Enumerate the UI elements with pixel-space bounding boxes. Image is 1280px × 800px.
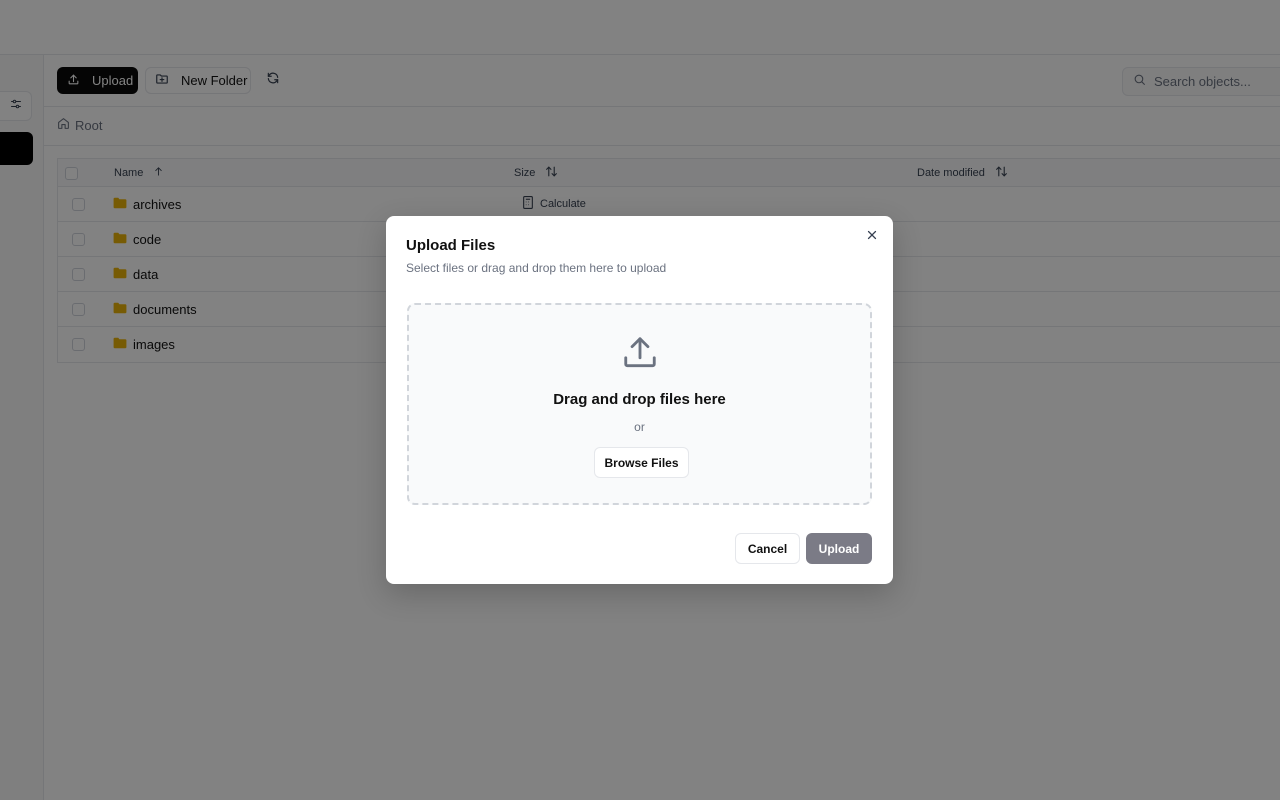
close-icon xyxy=(866,228,878,246)
upload-icon xyxy=(621,334,659,377)
dialog-title: Upload Files xyxy=(406,237,496,254)
upload-submit-button[interactable]: Upload xyxy=(806,533,872,564)
upload-dialog: Upload Files Select files or drag and dr… xyxy=(386,216,893,584)
close-button[interactable] xyxy=(864,229,880,245)
drop-zone[interactable]: Drag and drop files here or Browse Files xyxy=(407,303,872,505)
drop-zone-title: Drag and drop files here xyxy=(553,391,726,408)
drop-zone-or: or xyxy=(634,420,645,434)
browse-files-button[interactable]: Browse Files xyxy=(594,447,689,478)
dialog-subtitle: Select files or drag and drop them here … xyxy=(406,261,667,275)
cancel-button[interactable]: Cancel xyxy=(735,533,800,564)
